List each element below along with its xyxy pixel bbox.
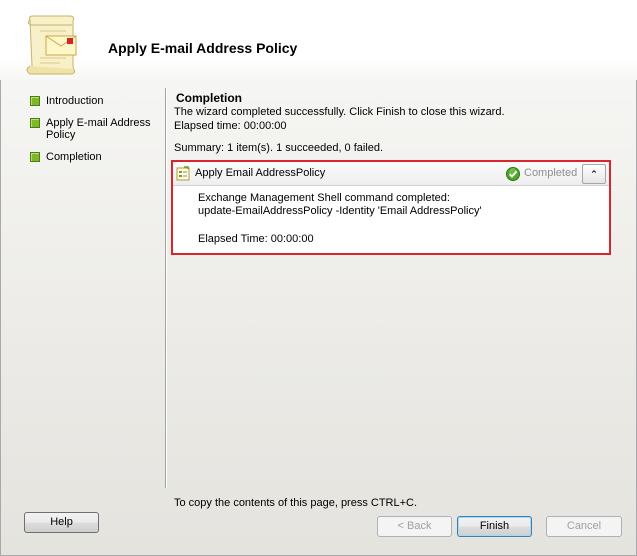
cancel-button[interactable]: Cancel (546, 516, 622, 537)
scroll-envelope-icon (26, 15, 77, 75)
wizard-nav: Introduction Apply E-mail Address Policy… (30, 95, 160, 173)
nav-item-label: Introduction (46, 95, 104, 107)
completion-message: The wizard completed successfully. Click… (174, 106, 505, 118)
task-title: Apply Email AddressPolicy (195, 167, 326, 179)
finish-button[interactable]: Finish (457, 516, 532, 537)
task-result-body: Exchange Management Shell command comple… (198, 192, 598, 246)
green-check-icon (506, 167, 520, 181)
collapse-button[interactable]: ⌃ (582, 164, 606, 184)
task-result-header: Apply Email AddressPolicy Completed ⌃ (173, 162, 609, 186)
nav-bullet-icon (30, 118, 40, 128)
completion-panel: Completion The wizard completed successf… (174, 91, 614, 155)
back-button[interactable]: < Back (377, 516, 452, 537)
summary-text: Summary: 1 item(s). 1 succeeded, 0 faile… (174, 142, 384, 154)
task-result-panel: Apply Email AddressPolicy Completed ⌃ Ex… (171, 160, 611, 255)
nav-item-apply-policy: Apply E-mail Address Policy (30, 117, 160, 141)
nav-item-introduction: Introduction (30, 95, 160, 107)
wizard-window (0, 0, 637, 556)
result-elapsed: Elapsed Time: 00:00:00 (198, 233, 314, 245)
chevron-up-icon: ⌃ (590, 169, 598, 179)
nav-item-label: Apply E-mail Address Policy (46, 117, 151, 141)
section-title: Completion (176, 91, 242, 105)
copy-hint: To copy the contents of this page, press… (174, 497, 418, 509)
wizard-title: Apply E-mail Address Policy (108, 40, 298, 56)
nav-item-label: Completion (46, 151, 102, 163)
nav-bullet-icon (30, 152, 40, 162)
task-list-icon (176, 166, 190, 181)
wizard-header: Apply E-mail Address Policy (0, 0, 637, 80)
result-line: Exchange Management Shell command comple… (198, 192, 450, 204)
task-status: Completed (524, 167, 578, 179)
help-button[interactable]: Help (24, 512, 99, 533)
result-command: update-EmailAddressPolicy -Identity 'Ema… (198, 205, 482, 217)
nav-bullet-icon (30, 96, 40, 106)
elapsed-time: Elapsed time: 00:00:00 (174, 120, 287, 132)
nav-item-completion: Completion (30, 151, 160, 163)
nav-separator (165, 88, 166, 488)
